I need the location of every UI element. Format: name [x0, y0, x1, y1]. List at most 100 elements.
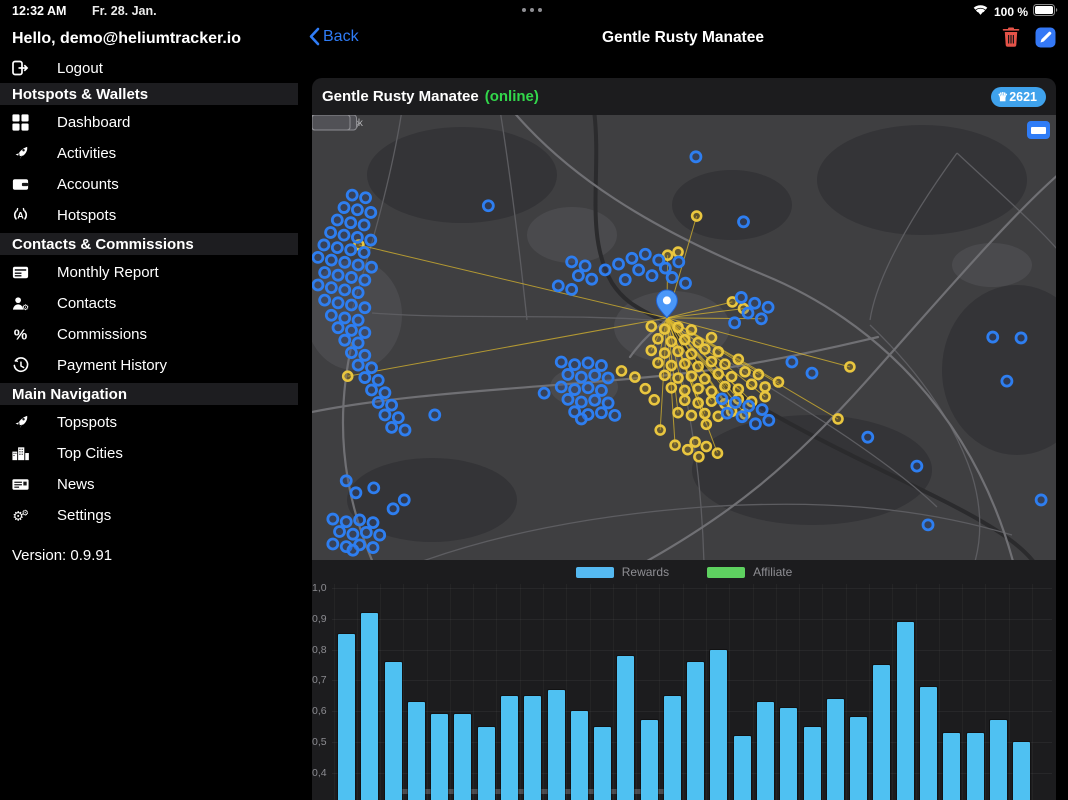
reward-marker[interactable] — [627, 253, 637, 263]
sidebar-item-contacts[interactable]: ⚙Contacts — [0, 288, 298, 319]
witness-marker[interactable] — [667, 383, 676, 392]
reward-marker[interactable] — [340, 313, 350, 323]
witness-marker[interactable] — [707, 387, 716, 396]
sidebar-item-commissions[interactable]: %Commissions — [0, 319, 298, 350]
reward-marker[interactable] — [600, 265, 610, 275]
reward-marker[interactable] — [576, 372, 586, 382]
reward-marker[interactable] — [340, 285, 350, 295]
reward-marker[interactable] — [339, 230, 349, 240]
witness-marker[interactable] — [687, 372, 696, 381]
reward-marker[interactable] — [787, 357, 797, 367]
reward-marker[interactable] — [332, 215, 342, 225]
reward-marker[interactable] — [567, 284, 577, 294]
reward-marker[interactable] — [590, 395, 600, 405]
reward-marker[interactable] — [614, 259, 624, 269]
witness-marker[interactable] — [734, 385, 743, 394]
reward-marker[interactable] — [634, 265, 644, 275]
reward-marker[interactable] — [667, 272, 677, 282]
reward-marker[interactable] — [326, 283, 336, 293]
reward-marker[interactable] — [367, 363, 377, 373]
witness-marker[interactable] — [343, 372, 352, 381]
reward-marker[interactable] — [660, 263, 670, 273]
reward-marker[interactable] — [341, 476, 351, 486]
reward-marker[interactable] — [340, 335, 350, 345]
reward-marker[interactable] — [367, 385, 377, 395]
witness-marker[interactable] — [694, 398, 703, 407]
reward-marker[interactable] — [346, 300, 356, 310]
witness-marker[interactable] — [702, 442, 711, 451]
witness-marker[interactable] — [702, 420, 711, 429]
reward-marker[interactable] — [333, 323, 343, 333]
witness-marker[interactable] — [700, 409, 709, 418]
reward-marker[interactable] — [346, 272, 356, 282]
witness-marker[interactable] — [694, 452, 703, 461]
witness-marker[interactable] — [680, 396, 689, 405]
reward-marker[interactable] — [380, 388, 390, 398]
witness-marker[interactable] — [660, 371, 669, 380]
reward-marker[interactable] — [328, 539, 338, 549]
legend-item-affiliate[interactable]: Affiliate — [707, 565, 792, 579]
reward-marker[interactable] — [620, 275, 630, 285]
witness-marker[interactable] — [700, 345, 709, 354]
legend-item-rewards[interactable]: Rewards — [576, 565, 669, 579]
reward-marker[interactable] — [355, 515, 365, 525]
witness-marker[interactable] — [714, 369, 723, 378]
witness-marker[interactable] — [653, 334, 662, 343]
reward-marker[interactable] — [674, 257, 684, 267]
witness-marker[interactable] — [674, 347, 683, 356]
witness-marker[interactable] — [774, 378, 783, 387]
reward-marker[interactable] — [539, 388, 549, 398]
reward-marker[interactable] — [313, 280, 323, 290]
witness-marker[interactable] — [683, 445, 692, 454]
reward-marker[interactable] — [352, 205, 362, 215]
witness-marker[interactable] — [680, 335, 689, 344]
reward-marker[interactable] — [339, 203, 349, 213]
reward-marker[interactable] — [387, 400, 397, 410]
witness-marker[interactable] — [630, 373, 639, 382]
reward-marker[interactable] — [923, 520, 933, 530]
witness-marker[interactable] — [720, 382, 729, 391]
reward-marker[interactable] — [764, 415, 774, 425]
reward-marker[interactable] — [399, 495, 409, 505]
witness-marker[interactable] — [641, 384, 650, 393]
reward-marker[interactable] — [346, 325, 356, 335]
reward-marker[interactable] — [373, 375, 383, 385]
reward-marker[interactable] — [373, 397, 383, 407]
reward-marker[interactable] — [596, 408, 606, 418]
multitask-indicator-icon[interactable] — [522, 8, 542, 12]
reward-marker[interactable] — [319, 240, 329, 250]
reward-marker[interactable] — [570, 385, 580, 395]
reward-marker[interactable] — [730, 318, 740, 328]
reward-marker[interactable] — [610, 410, 620, 420]
reward-marker[interactable] — [556, 382, 566, 392]
reward-marker[interactable] — [352, 232, 362, 242]
reward-marker[interactable] — [369, 483, 379, 493]
reward-marker[interactable] — [326, 255, 336, 265]
witness-marker[interactable] — [707, 333, 716, 342]
reward-marker[interactable] — [863, 432, 873, 442]
witness-marker[interactable] — [687, 349, 696, 358]
reward-marker[interactable] — [359, 248, 369, 258]
map-layers-button[interactable] — [1027, 121, 1050, 139]
reward-marker[interactable] — [573, 271, 583, 281]
reward-marker[interactable] — [691, 152, 701, 162]
reward-marker[interactable] — [680, 278, 690, 288]
witness-marker[interactable] — [727, 372, 736, 381]
witness-marker[interactable] — [674, 373, 683, 382]
reward-marker[interactable] — [567, 257, 577, 267]
reward-marker[interactable] — [388, 504, 398, 514]
reward-marker[interactable] — [347, 190, 357, 200]
witness-marker[interactable] — [720, 360, 729, 369]
reward-marker[interactable] — [717, 394, 727, 404]
witness-marker[interactable] — [707, 397, 716, 406]
reward-marker[interactable] — [360, 275, 370, 285]
reward-marker[interactable] — [1002, 376, 1012, 386]
reward-marker[interactable] — [736, 292, 746, 302]
witness-marker[interactable] — [617, 366, 626, 375]
reward-marker[interactable] — [353, 360, 363, 370]
reward-marker[interactable] — [320, 295, 330, 305]
reward-marker[interactable] — [750, 298, 760, 308]
witness-marker[interactable] — [656, 426, 665, 435]
reward-marker[interactable] — [570, 360, 580, 370]
witness-marker[interactable] — [647, 346, 656, 355]
